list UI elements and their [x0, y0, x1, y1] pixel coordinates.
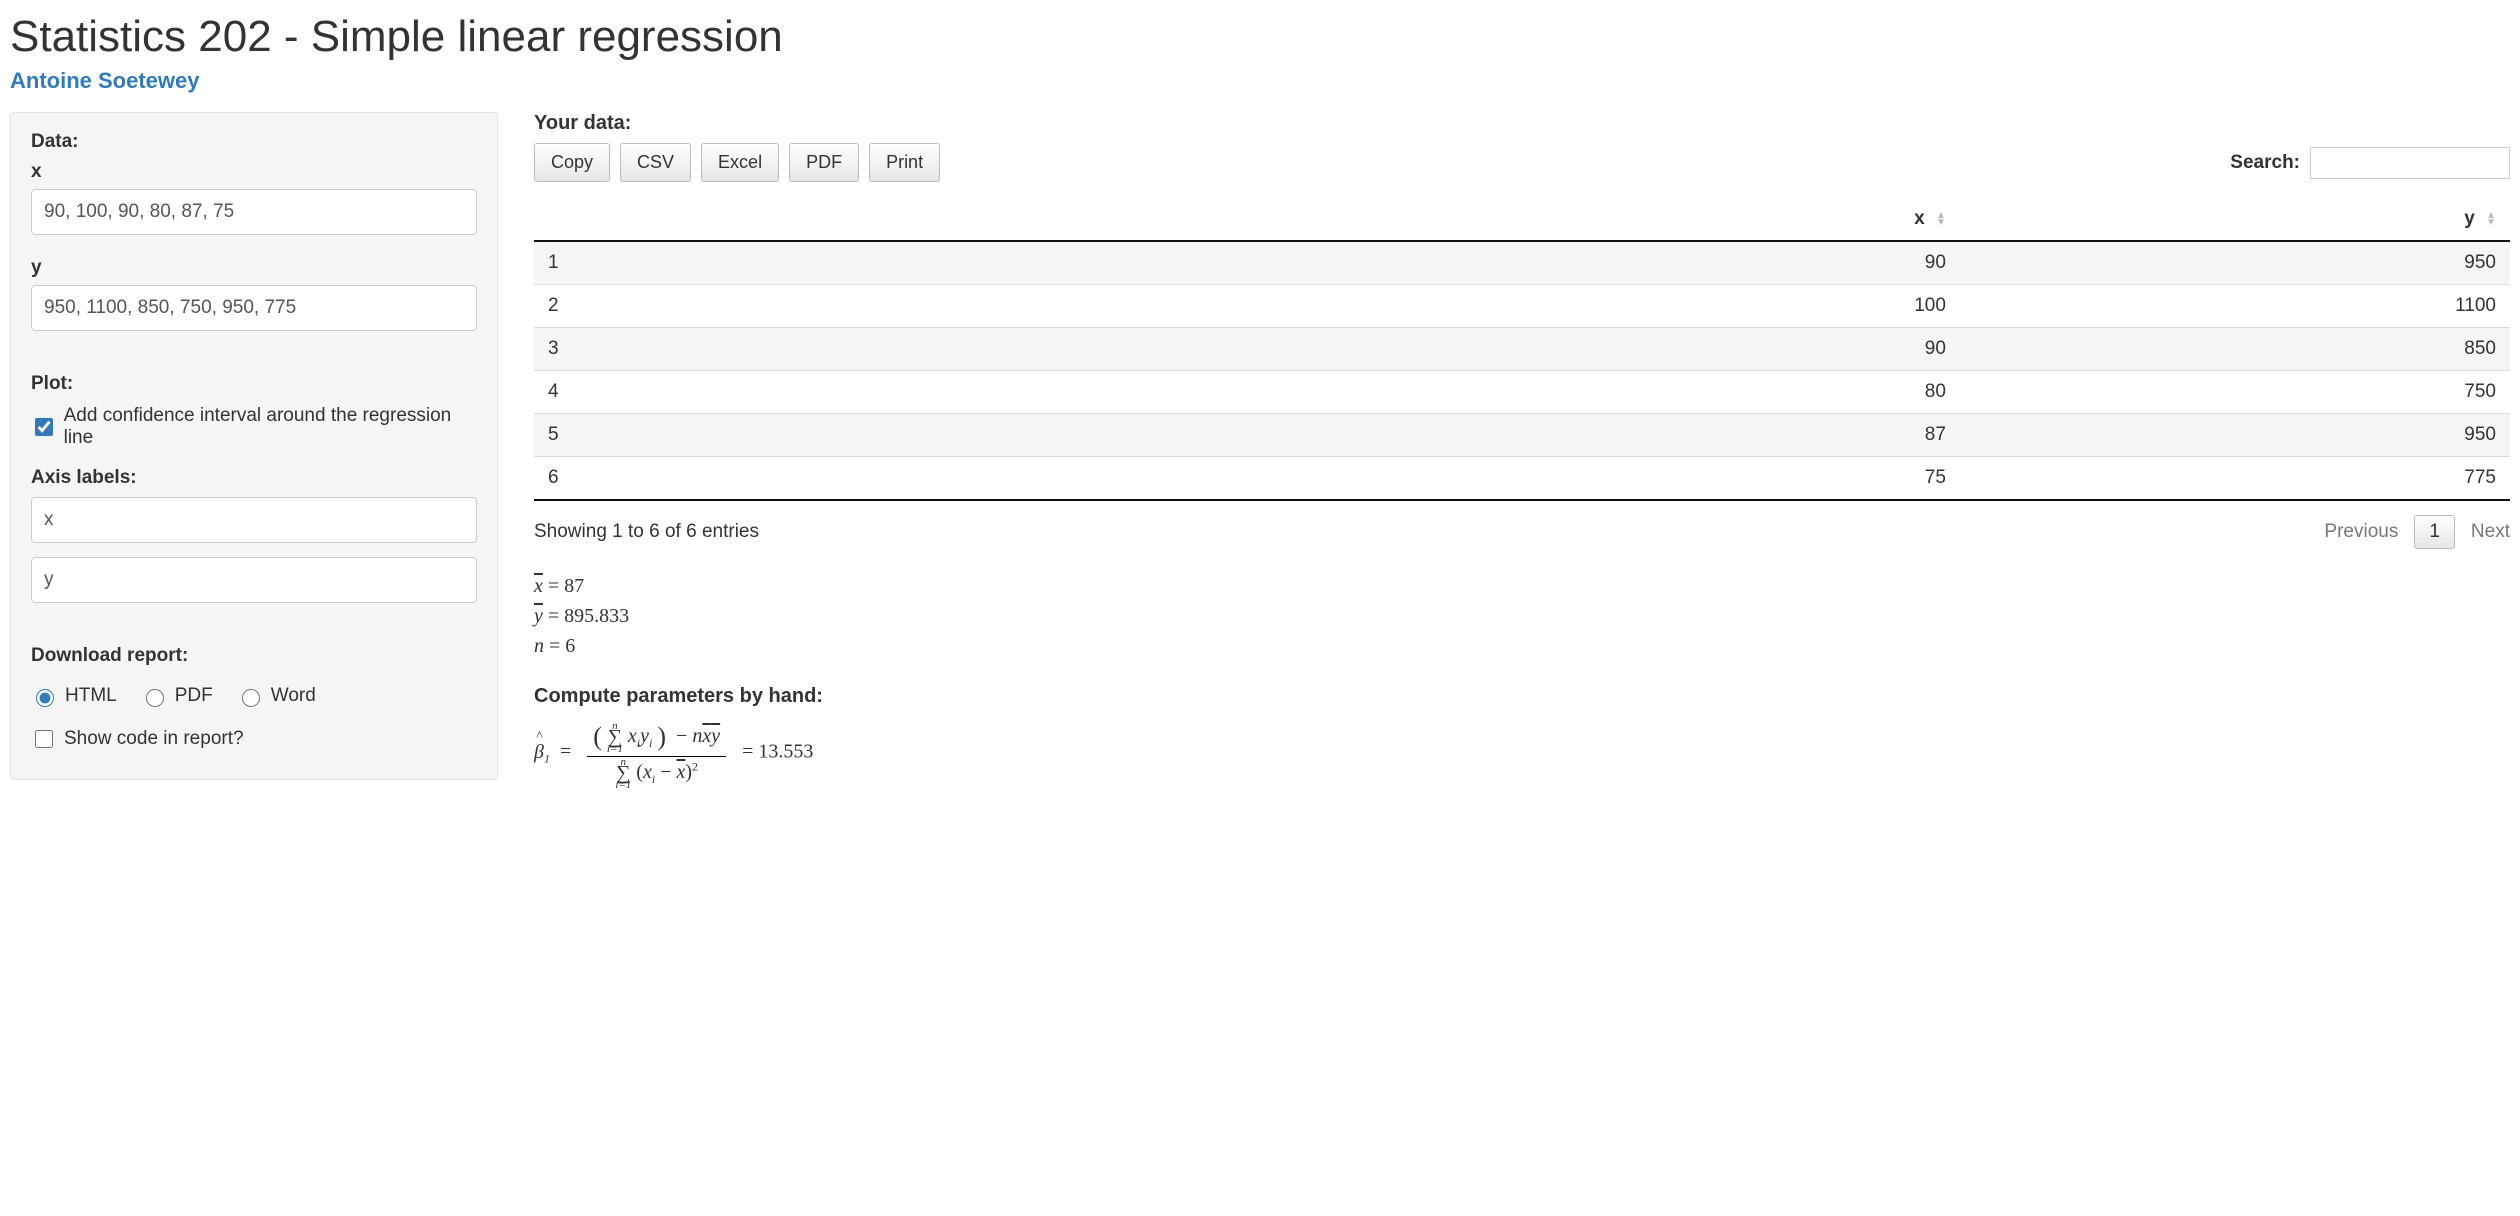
data-section-label: Data:: [31, 131, 477, 153]
table-cell: 2: [534, 285, 1482, 328]
export-button-group: Copy CSV Excel PDF Print: [534, 143, 940, 182]
table-row: 480750: [534, 371, 2510, 414]
radio-word-label: Word: [271, 685, 316, 707]
next-button[interactable]: Next: [2471, 521, 2510, 543]
table-row: 390850: [534, 328, 2510, 371]
radio-word[interactable]: [242, 689, 260, 707]
col-header-x[interactable]: x ▲▼: [1482, 198, 1959, 241]
table-cell: 6: [534, 457, 1482, 501]
stats-block: x = 87 y = 895.833 n = 6 Compute paramet…: [534, 571, 2510, 789]
table-cell: 80: [1482, 371, 1959, 414]
pagination: Previous 1 Next: [2324, 515, 2510, 549]
your-data-label: Your data:: [534, 112, 2510, 135]
y-input[interactable]: [31, 285, 477, 331]
axis-y-input[interactable]: [31, 557, 477, 603]
table-cell: 775: [1960, 457, 2510, 501]
author-link[interactable]: Antoine Soetewey: [10, 68, 2510, 94]
y-input-label: y: [31, 257, 477, 279]
table-info: Showing 1 to 6 of 6 entries: [534, 521, 759, 543]
search-label: Search:: [2230, 152, 2300, 174]
table-cell: 90: [1482, 241, 1959, 285]
ybar-value: 895.833: [564, 605, 629, 627]
prev-button[interactable]: Previous: [2324, 521, 2398, 543]
x-input[interactable]: [31, 189, 477, 235]
table-row: 21001100: [534, 285, 2510, 328]
copy-button[interactable]: Copy: [534, 143, 610, 182]
ybar-row: y = 895.833: [534, 601, 2510, 631]
plot-section-label: Plot:: [31, 373, 477, 395]
table-cell: 950: [1960, 414, 2510, 457]
radio-pdf-label: PDF: [175, 685, 213, 707]
compute-params-header: Compute parameters by hand:: [534, 681, 2510, 711]
n-row: n = 6: [534, 631, 2510, 661]
radio-html-label: HTML: [65, 685, 117, 707]
axis-labels-section-label: Axis labels:: [31, 467, 477, 489]
ci-checkbox-label: Add confidence interval around the regre…: [64, 405, 477, 449]
search-input[interactable]: [2310, 147, 2510, 179]
table-cell: 5: [534, 414, 1482, 457]
col-header-x-label: x: [1914, 208, 1925, 229]
page-title: Statistics 202 - Simple linear regressio…: [10, 12, 2510, 62]
x-input-label: x: [31, 161, 477, 183]
data-table: x ▲▼ y ▲▼ 190950210011003908504807505879…: [534, 198, 2510, 501]
csv-button[interactable]: CSV: [620, 143, 691, 182]
excel-button[interactable]: Excel: [701, 143, 779, 182]
table-cell: 4: [534, 371, 1482, 414]
table-row: 587950: [534, 414, 2510, 457]
table-cell: 87: [1482, 414, 1959, 457]
table-row: 675775: [534, 457, 2510, 501]
axis-x-input[interactable]: [31, 497, 477, 543]
table-cell: 1100: [1960, 285, 2510, 328]
table-cell: 1: [534, 241, 1482, 285]
show-code-label: Show code in report?: [64, 728, 244, 750]
xbar-value: 87: [564, 575, 584, 597]
show-code-row[interactable]: Show code in report?: [31, 727, 477, 751]
ci-checkbox-row[interactable]: Add confidence interval around the regre…: [31, 405, 477, 449]
n-value: 6: [565, 635, 575, 657]
radio-html[interactable]: [36, 689, 54, 707]
main-panel: Your data: Copy CSV Excel PDF Print Sear…: [534, 112, 2510, 789]
show-code-checkbox[interactable]: [35, 730, 53, 748]
xbar-row: x = 87: [534, 571, 2510, 601]
table-cell: 75: [1482, 457, 1959, 501]
radio-pdf[interactable]: [146, 689, 164, 707]
col-header-index[interactable]: [534, 198, 1482, 241]
beta1-row: β1 = ( n∑i=1 xiyi ) − nxy n∑i=1 (xi − x)…: [534, 717, 2510, 789]
radio-html-row[interactable]: HTML: [31, 685, 117, 707]
sort-icon: ▲▼: [1936, 212, 1946, 226]
col-header-y[interactable]: y ▲▼: [1960, 198, 2510, 241]
table-cell: 750: [1960, 371, 2510, 414]
table-cell: 3: [534, 328, 1482, 371]
table-cell: 850: [1960, 328, 2510, 371]
table-cell: 100: [1482, 285, 1959, 328]
sidebar-panel: Data: x y Plot: Add confidence interval …: [10, 112, 498, 780]
table-cell: 90: [1482, 328, 1959, 371]
sort-icon: ▲▼: [2486, 212, 2496, 226]
page-1-button[interactable]: 1: [2414, 515, 2455, 549]
radio-word-row[interactable]: Word: [237, 685, 316, 707]
print-button[interactable]: Print: [869, 143, 940, 182]
col-header-y-label: y: [2464, 208, 2475, 229]
pdf-button[interactable]: PDF: [789, 143, 859, 182]
ci-checkbox[interactable]: [35, 418, 53, 436]
beta1-value: 13.553: [758, 741, 813, 763]
download-report-label: Download report:: [31, 645, 477, 667]
radio-pdf-row[interactable]: PDF: [141, 685, 213, 707]
table-cell: 950: [1960, 241, 2510, 285]
table-row: 190950: [534, 241, 2510, 285]
